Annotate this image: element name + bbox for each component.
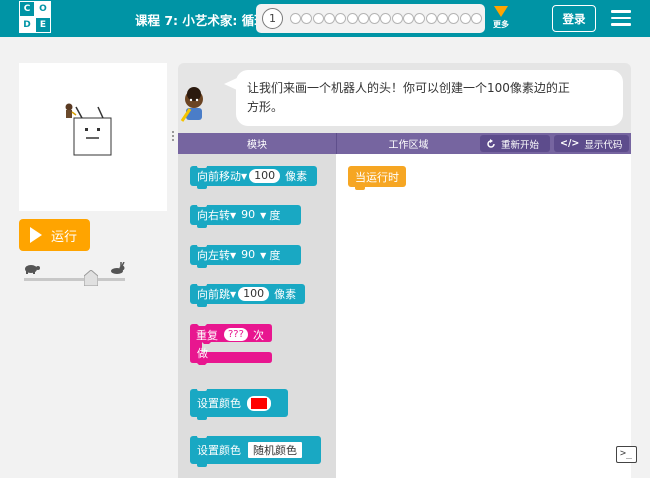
turn-left-label: 向左转 — [197, 249, 230, 262]
repeat-do-label: 做 — [197, 347, 208, 360]
restart-label: 重新开始 — [501, 139, 540, 151]
hamburger-icon[interactable] — [611, 10, 631, 26]
level-dot[interactable] — [448, 13, 460, 24]
toolbox-header-label: 模块 — [247, 140, 267, 151]
level-dot[interactable] — [323, 13, 335, 24]
show-code-label: 显示代码 — [584, 139, 623, 151]
level-dot[interactable] — [335, 13, 347, 24]
course-title: 课程 7: 小艺术家: 循环 — [135, 13, 267, 28]
level-dot[interactable] — [436, 13, 448, 24]
level-progress: 1 — [256, 4, 485, 33]
level-dot[interactable] — [459, 13, 471, 24]
turn-left-angle-value[interactable]: 90 — [238, 248, 258, 262]
turn-right-angle-value[interactable]: 90 — [238, 208, 258, 222]
jump-forward-label: 向前跳 — [197, 288, 230, 301]
more-label: 更多 — [493, 20, 509, 29]
turn-right-block[interactable]: 向右转 ▼ 90 ▼ 度 — [190, 204, 301, 228]
dropdown-arrow-icon[interactable]: ▼ — [230, 290, 236, 299]
top-bar: C O D E 课程 7: 小艺术家: 循环 1 更多 登录 — [0, 0, 650, 37]
dropdown-arrow-icon[interactable]: ▼ — [230, 211, 236, 220]
turn-right-unit-label: 度 — [269, 209, 281, 222]
current-level-bubble[interactable]: 1 — [262, 8, 283, 29]
level-dot[interactable] — [312, 13, 324, 24]
code-brackets-icon: </> — [560, 138, 580, 149]
level-dot[interactable] — [380, 13, 392, 24]
dropdown-arrow-icon[interactable]: ▼ — [241, 172, 247, 181]
when-run-label: 当运行时 — [355, 170, 399, 184]
run-button[interactable]: 运行 — [19, 219, 90, 251]
jump-distance-value[interactable]: 100 — [238, 287, 270, 301]
jump-unit-label: 像素 — [274, 288, 297, 301]
dropdown-arrow-icon[interactable]: ▼ — [230, 251, 236, 260]
instruction-bubble: 让我们来画一个机器人的头！你可以创建一个100像素边的正方形。 — [236, 70, 623, 126]
random-color-field[interactable]: 随机颜色 — [247, 441, 303, 459]
repeat-suffix: 次 — [253, 329, 264, 342]
color-swatch-red — [251, 397, 267, 409]
turn-left-block[interactable]: 向左转 ▼ 90 ▼ 度 — [190, 244, 301, 268]
move-forward-label: 向前移动 — [197, 170, 241, 183]
jump-forward-block[interactable]: 向前跳 ▼ 100 像素 — [190, 283, 305, 307]
level-dot[interactable] — [357, 13, 369, 24]
level-dot[interactable] — [414, 13, 426, 24]
level-dot[interactable] — [403, 13, 414, 24]
logo-letter: O — [35, 1, 51, 17]
level-dot[interactable] — [346, 13, 358, 24]
level-dot[interactable] — [301, 13, 313, 24]
play-icon — [30, 227, 42, 243]
color-picker[interactable] — [247, 395, 271, 411]
turn-left-unit-label: 度 — [269, 249, 281, 262]
set-random-color-block[interactable]: 设置颜色 随机颜色 — [190, 435, 321, 467]
code-logo[interactable]: C O D E — [19, 1, 51, 33]
move-unit-label: 像素 — [285, 170, 308, 183]
dropdown-arrow-icon[interactable]: ▼ — [260, 211, 266, 220]
move-distance-value[interactable]: 100 — [249, 169, 281, 183]
restart-button[interactable]: 重新开始 — [480, 135, 550, 152]
speed-slider-thumb[interactable] — [84, 270, 98, 286]
workspace-header-label: 工作区域 — [336, 133, 480, 154]
set-random-color-label: 设置颜色 — [197, 444, 241, 457]
dropdown-arrow-icon[interactable]: ▼ — [260, 251, 266, 260]
rabbit-icon — [111, 262, 125, 274]
speed-slider-track[interactable] — [24, 278, 125, 281]
logo-letter: D — [19, 17, 35, 33]
login-button[interactable]: 登录 — [552, 5, 596, 32]
move-forward-block[interactable]: 向前移动 ▼ 100 像素 — [190, 165, 317, 189]
instruction-text: 让我们来画一个机器人的头！你可以创建一个100像素边的正方形。 — [247, 81, 570, 114]
repeat-count-field[interactable]: ??? — [224, 328, 248, 341]
drawing-canvas — [19, 63, 167, 211]
console-icon[interactable]: >_ — [616, 446, 637, 463]
level-dot[interactable] — [425, 13, 437, 24]
resize-handle[interactable] — [171, 131, 175, 141]
workspace-area[interactable] — [336, 154, 631, 478]
turtle-icon — [25, 265, 40, 274]
level-dot[interactable] — [391, 13, 403, 24]
logo-letter: E — [35, 17, 51, 33]
more-button[interactable]: 更多 — [490, 5, 512, 33]
restart-icon — [487, 138, 495, 148]
run-label: 运行 — [51, 229, 78, 245]
level-dot[interactable] — [369, 13, 381, 24]
when-run-block[interactable]: 当运行时 — [348, 166, 406, 190]
level-dot[interactable] — [470, 13, 482, 24]
artist-avatar-icon — [180, 87, 203, 122]
toolbox — [178, 154, 336, 478]
set-color-label: 设置颜色 — [197, 397, 241, 410]
artist-character-icon — [65, 103, 77, 118]
artist-drawing — [65, 103, 112, 156]
set-color-block[interactable]: 设置颜色 — [190, 388, 288, 420]
repeat-label: 重复 — [196, 329, 218, 342]
level-dot[interactable] — [290, 13, 301, 24]
logo-letter: C — [19, 1, 35, 17]
show-code-button[interactable]: </> 显示代码 — [554, 135, 629, 152]
chevron-down-icon — [494, 6, 508, 17]
turn-right-label: 向右转 — [197, 209, 230, 222]
